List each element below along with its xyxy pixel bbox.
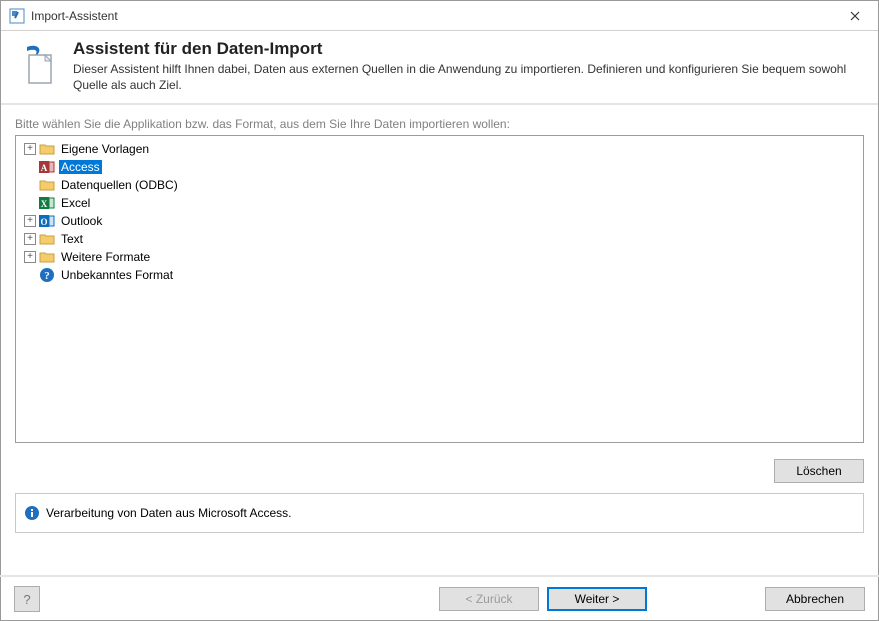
tree-item-excel[interactable]: X Excel xyxy=(20,194,859,212)
format-tree[interactable]: + Eigene Vorlagen A Access Datenquellen (ODB… xyxy=(15,135,864,443)
wizard-header: Assistent für den Daten-Import Dieser As… xyxy=(1,31,878,105)
tree-item-label: Excel xyxy=(59,196,92,210)
tree-item-label: Outlook xyxy=(59,214,104,228)
expand-icon[interactable]: + xyxy=(24,215,36,227)
expand-spacer xyxy=(24,179,36,191)
folder-icon xyxy=(39,231,55,247)
help-label: ? xyxy=(23,592,30,607)
tree-item-weitere-formate[interactable]: + Weitere Formate xyxy=(20,248,859,266)
wizard-footer: ? < Zurück Weiter > Abbrechen xyxy=(0,575,879,621)
svg-text:A: A xyxy=(41,163,48,173)
tree-item-label: Weitere Formate xyxy=(59,250,152,264)
access-icon: A xyxy=(39,159,55,175)
tree-item-label: Text xyxy=(59,232,85,246)
tree-item-unbekanntes-format[interactable]: ? Unbekanntes Format xyxy=(20,266,859,284)
expand-spacer xyxy=(24,269,36,281)
tree-item-label: Eigene Vorlagen xyxy=(59,142,151,156)
folder-icon xyxy=(39,177,55,193)
outlook-icon: O xyxy=(39,213,55,229)
tree-item-label: Unbekanntes Format xyxy=(59,268,175,282)
expand-spacer xyxy=(24,161,36,173)
svg-text:?: ? xyxy=(44,270,50,282)
tree-item-access[interactable]: A Access xyxy=(20,158,859,176)
cancel-button[interactable]: Abbrechen xyxy=(765,587,865,611)
svg-text:O: O xyxy=(40,217,47,227)
wizard-title: Assistent für den Daten-Import xyxy=(73,39,862,59)
expand-icon[interactable]: + xyxy=(24,251,36,263)
svg-text:X: X xyxy=(41,199,48,209)
help-icon: ? xyxy=(39,267,55,283)
back-button[interactable]: < Zurück xyxy=(439,587,539,611)
wizard-content: Bitte wählen Sie die Applikation bzw. da… xyxy=(1,105,878,451)
tree-item-outlook[interactable]: + O Outlook xyxy=(20,212,859,230)
close-button[interactable] xyxy=(832,1,878,31)
help-button[interactable]: ? xyxy=(14,586,40,612)
tree-item-label: Datenquellen (ODBC) xyxy=(59,178,180,192)
excel-icon: X xyxy=(39,195,55,211)
tree-item-datenquellen-odbc-[interactable]: Datenquellen (ODBC) xyxy=(20,176,859,194)
delete-button[interactable]: Löschen xyxy=(774,459,864,483)
tree-item-eigene-vorlagen[interactable]: + Eigene Vorlagen xyxy=(20,140,859,158)
info-panel: Verarbeitung von Daten aus Microsoft Acc… xyxy=(15,493,864,533)
app-icon xyxy=(9,8,25,24)
expand-spacer xyxy=(24,197,36,209)
expand-icon[interactable]: + xyxy=(24,143,36,155)
next-button[interactable]: Weiter > xyxy=(547,587,647,611)
window-title: Import-Assistent xyxy=(31,9,832,23)
wizard-header-icon xyxy=(17,41,61,85)
info-text: Verarbeitung von Daten aus Microsoft Acc… xyxy=(46,506,291,520)
delete-row: Löschen xyxy=(1,451,878,489)
titlebar: Import-Assistent xyxy=(1,1,878,31)
info-icon xyxy=(24,505,40,521)
tree-item-text[interactable]: + Text xyxy=(20,230,859,248)
expand-icon[interactable]: + xyxy=(24,233,36,245)
wizard-subtitle: Dieser Assistent hilft Ihnen dabei, Date… xyxy=(73,61,862,93)
folder-icon xyxy=(39,141,55,157)
folder-icon xyxy=(39,249,55,265)
tree-item-label: Access xyxy=(59,160,102,174)
instruction-text: Bitte wählen Sie die Applikation bzw. da… xyxy=(15,117,864,131)
